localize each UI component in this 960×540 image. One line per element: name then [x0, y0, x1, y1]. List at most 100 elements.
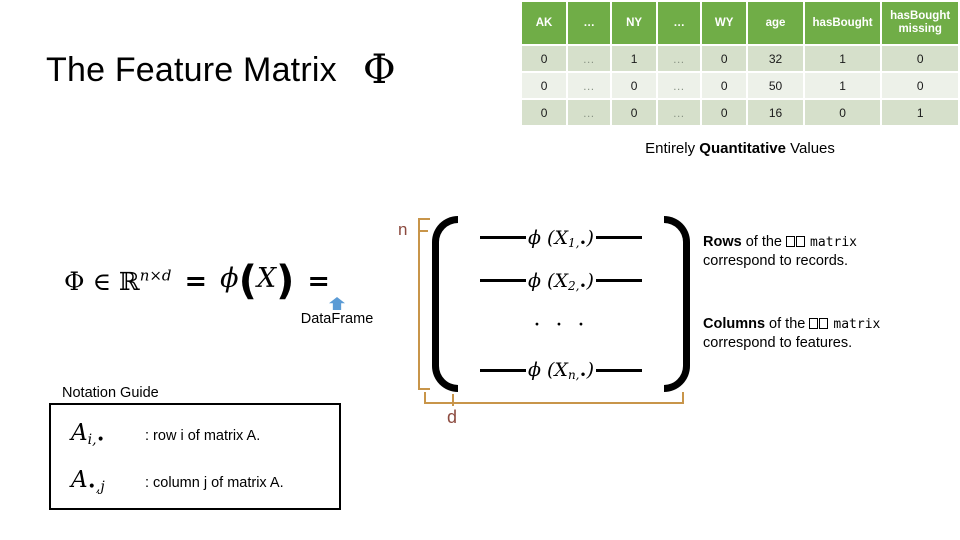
cell-ny: 0	[612, 73, 657, 98]
row-expr-close: )	[586, 269, 594, 292]
notation-symbol-letter: A	[71, 419, 88, 446]
cell-wy: 0	[702, 46, 747, 71]
cell-age: 32	[748, 46, 803, 71]
cell-ny: 1	[612, 46, 657, 71]
column-header-hasbought: hasBought	[804, 2, 881, 44]
matrix-vertical-ellipsis: · · ·	[533, 313, 589, 339]
cell-ellipsis: …	[658, 100, 701, 125]
column-header-ellipsis-1: …	[568, 2, 611, 44]
row-expr-subscript: n,•	[567, 368, 587, 383]
cell-ny: 0	[612, 100, 657, 125]
member-of-symbol: ∈	[92, 266, 111, 296]
cell-wy: 0	[702, 100, 747, 125]
missing-glyph-icon	[809, 318, 819, 329]
column-header-ellipsis-2: …	[658, 2, 701, 44]
column-header-ak: AK	[522, 2, 567, 44]
reals-exponent: n×d	[139, 266, 172, 285]
note-rows: Rows of the matrix correspond to records…	[703, 233, 953, 271]
phi-in-reals-expression: Φ ∈ ℝn×d	[64, 267, 172, 296]
notation-description-row: : row i of matrix A.	[145, 427, 261, 444]
row-expr-head: ϕ (X	[528, 226, 568, 249]
dataframe-label: DataFrame	[300, 311, 374, 327]
caption-emphasis: Quantitative	[699, 140, 786, 157]
row-expr-subscript: 1,•	[567, 235, 587, 250]
phi-lower-symbol: ϕ	[220, 263, 239, 294]
row-expr-head: ϕ (X	[528, 359, 568, 382]
cell-ellipsis: …	[658, 46, 701, 71]
note-rows-emphasis: Rows	[703, 234, 742, 250]
table-row: 0 … 1 … 0 32 1 0	[522, 46, 958, 71]
note-rows-mono: matrix	[810, 235, 858, 250]
feature-matrix-table: AK … NY … WY age hasBought hasBought mis…	[520, 0, 960, 127]
phi-symbol: Φ	[362, 47, 396, 93]
equals-sign-1: =	[184, 265, 208, 297]
cell-hasbought: 0	[804, 100, 881, 125]
matrix-row-1: ϕ (X1,•)	[454, 227, 668, 249]
cell-ellipsis: …	[568, 46, 611, 71]
column-header-age: age	[748, 2, 803, 44]
row-expr-close: )	[586, 226, 594, 249]
dimension-brace-n-tick	[418, 230, 428, 232]
notation-entry-column: A•,j : column j of matrix A.	[71, 467, 339, 494]
table-row: 0 … 0 … 0 16 0 1	[522, 100, 958, 125]
column-header-ny: NY	[612, 2, 657, 44]
column-header-hasbought-missing: hasBought missing	[882, 2, 958, 44]
row-rule-left	[480, 279, 527, 283]
cell-ak: 0	[522, 73, 567, 98]
note-rows-tail: correspond to records.	[703, 253, 849, 269]
row-rule-left	[480, 236, 527, 240]
dimension-brace-n	[418, 218, 430, 390]
cell-ak: 0	[522, 100, 567, 125]
equals-sign-2: =	[307, 265, 330, 297]
dimension-label-d: d	[447, 407, 458, 427]
matrix-rows: ϕ (X1,•) ϕ (X2,•) · · · ϕ (Xn,•)	[454, 216, 668, 392]
x-variable: X	[256, 263, 277, 294]
dataframe-annotation: DataFrame	[262, 297, 412, 327]
page-title: The Feature Matrix Φ	[46, 50, 396, 90]
notation-guide-label: Notation Guide	[62, 385, 159, 401]
table-caption: Entirely Quantitative Values	[520, 140, 960, 157]
cell-ellipsis: …	[568, 100, 611, 125]
notation-guide-box: Ai,• : row i of matrix A. A•,j : column …	[49, 403, 341, 510]
notation-symbol-letter: A	[71, 467, 88, 494]
row-expr-close: )	[586, 359, 594, 382]
missing-glyph-icon	[796, 236, 806, 247]
matrix-row-2: ϕ (X2,•)	[454, 270, 668, 292]
cell-ellipsis: …	[658, 73, 701, 98]
matrix-illustration: ϕ (X1,•) ϕ (X2,•) · · · ϕ (Xn,•)	[432, 216, 690, 392]
caption-suffix: Values	[785, 140, 835, 157]
equation-phi: Φ	[64, 266, 85, 296]
row-rule-right	[595, 368, 642, 372]
matrix-row-expression: ϕ (X2,•)	[526, 270, 596, 292]
reals-symbol: ℝ	[118, 266, 140, 296]
notation-description-column: : column j of matrix A.	[145, 475, 284, 492]
cell-hasbought: 1	[804, 46, 881, 71]
notation-symbol-subscript: i,•	[87, 431, 105, 448]
cell-hasbought-missing: 1	[882, 100, 958, 125]
cell-wy: 0	[702, 73, 747, 98]
notation-symbol-row: Ai,•	[71, 419, 145, 448]
missing-glyph-icon	[819, 318, 829, 329]
cell-hasbought-missing: 0	[882, 46, 958, 71]
note-columns-mono: matrix	[833, 317, 881, 332]
dimension-brace-d-tick	[452, 394, 454, 406]
notation-entry-row: Ai,• : row i of matrix A.	[71, 419, 339, 448]
cell-age: 16	[748, 100, 803, 125]
note-rows-mid: of the	[741, 234, 787, 250]
missing-glyph-icon	[786, 236, 796, 247]
matrix-row-expression: ϕ (Xn,•)	[526, 359, 596, 381]
dimension-label-n: n	[398, 220, 408, 239]
page-title-text: The Feature Matrix	[46, 51, 337, 89]
row-rule-right	[595, 279, 642, 283]
caption-prefix: Entirely	[645, 140, 700, 157]
row-rule-left	[480, 368, 526, 372]
cell-hasbought: 1	[804, 73, 881, 98]
cell-hasbought-missing: 0	[882, 73, 958, 98]
note-columns-emphasis: Columns	[703, 316, 766, 332]
matrix-row-n: ϕ (Xn,•)	[454, 359, 668, 381]
dimension-brace-d	[424, 392, 684, 404]
row-expr-head: ϕ (X	[528, 269, 568, 292]
table-header-row: AK … NY … WY age hasBought hasBought mis…	[522, 2, 958, 44]
matrix-row-expression: ϕ (X1,•)	[526, 227, 596, 249]
up-arrow-icon	[329, 297, 345, 310]
